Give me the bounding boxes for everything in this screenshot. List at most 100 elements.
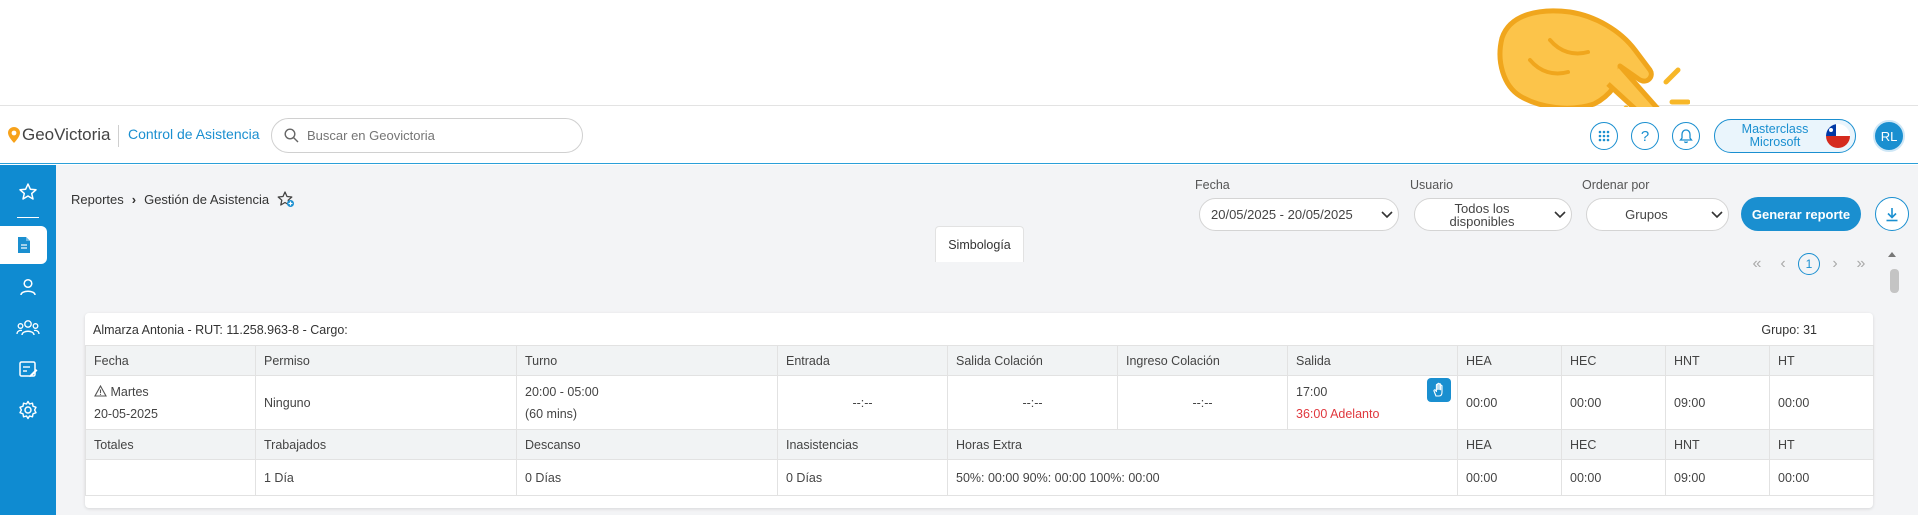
salida-colacion-cell[interactable]: --:-- [947, 375, 1118, 430]
hea-cell: 00:00 [1457, 375, 1562, 430]
user-select[interactable]: Todos los disponibles [1414, 198, 1572, 231]
attendance-table: Fecha Permiso Turno Entrada Salida Colac… [85, 345, 1874, 496]
search-icon [284, 128, 299, 143]
order-select[interactable]: Grupos [1586, 198, 1729, 231]
sidebar-divider [17, 217, 39, 218]
col-header: Permiso [255, 345, 517, 376]
table-row: Martes 20-05-2025 Ninguno 20:00 - 05:00 (… [85, 375, 1874, 430]
star-icon [19, 183, 37, 200]
simbologia-tab[interactable]: Simbología [935, 226, 1024, 262]
sidebar-item-planning[interactable] [0, 350, 56, 388]
help-icon[interactable]: ? [1631, 122, 1659, 150]
turno-break: (60 mins) [525, 406, 578, 421]
next-page-button[interactable]: › [1824, 253, 1846, 275]
grid-dots-icon [1598, 130, 1610, 142]
employee-info: Almarza Antonia - RUT: 11.258.963-8 - Ca… [93, 323, 348, 337]
day-name: Martes [110, 384, 149, 399]
company-selector[interactable]: Masterclass Microsoft [1714, 119, 1856, 153]
horas-extra-cell: 50%: 00:00 90%: 00:00 100%: 00:00 [947, 459, 1458, 496]
chile-flag-icon [1826, 124, 1850, 148]
totals-row: 1 Día 0 Días 0 Días 50%: 00:00 90%: 00:0… [85, 459, 1874, 496]
download-button[interactable] [1875, 197, 1909, 231]
date-range-value: 20/05/2025 - 20/05/2025 [1211, 207, 1353, 222]
permiso-cell[interactable]: Ninguno [255, 375, 517, 430]
col-header: HEC [1561, 345, 1666, 376]
sidebar-item-groups[interactable] [0, 309, 56, 347]
company-name-line2: Microsoft [1749, 135, 1801, 149]
col-header: Ingreso Colación [1117, 345, 1288, 376]
bell-icon [1679, 128, 1693, 143]
hec-cell: 00:00 [1561, 375, 1666, 430]
salida-cell[interactable]: 17:00 36:00 Adelanto [1287, 375, 1458, 430]
totals-col-header: Totales [85, 429, 256, 460]
totals-col-header: Descanso [516, 429, 778, 460]
last-page-button[interactable]: » [1850, 253, 1872, 275]
salida-time: 17:00 [1296, 384, 1328, 399]
inasistencias-cell: 0 Días [777, 459, 948, 496]
turno-cell[interactable]: 20:00 - 05:00 (60 mins) [516, 375, 778, 430]
user-select-value-line2: disponibles [1449, 213, 1515, 229]
gear-icon [19, 400, 37, 420]
date-cell[interactable]: Martes 20-05-2025 [85, 375, 256, 430]
module-name[interactable]: Control de Asistencia [128, 126, 260, 142]
manual-mark-hand-icon[interactable] [1427, 378, 1451, 402]
turno-hours: 20:00 - 05:00 [525, 384, 599, 399]
date-range-select[interactable]: 20/05/2025 - 20/05/2025 [1199, 198, 1399, 231]
sidebar-item-settings[interactable] [0, 391, 56, 429]
top-header: GeoVictoria Control de Asistencia ? Mast… [0, 107, 1918, 164]
left-sidebar [0, 165, 56, 515]
totals-ht-cell: 00:00 [1769, 459, 1874, 496]
chevron-down-icon [1706, 210, 1728, 219]
search-input[interactable] [307, 128, 567, 143]
totals-col-header: Inasistencias [777, 429, 948, 460]
sidebar-item-favorites[interactable] [0, 173, 56, 211]
breadcrumb-current: Gestión de Asistencia [144, 191, 270, 207]
ingreso-colacion-cell[interactable]: --:-- [1117, 375, 1288, 430]
hnt-cell: 09:00 [1665, 375, 1770, 430]
logo-text: GeoVictoria [22, 125, 111, 144]
totals-hnt-cell: 09:00 [1665, 459, 1770, 496]
col-header: HEA [1457, 345, 1562, 376]
notifications-bell-icon[interactable] [1672, 122, 1700, 150]
apps-icon[interactable] [1590, 122, 1618, 150]
totals-col-header: HEC [1561, 429, 1666, 460]
sidebar-item-user[interactable] [0, 268, 56, 306]
totals-col-header: Horas Extra [947, 429, 1458, 460]
scrollbar-thumb[interactable] [1890, 269, 1899, 293]
entrada-cell[interactable]: --:-- [777, 375, 948, 430]
breadcrumb: Reportes › Gestión de Asistencia [71, 190, 295, 208]
main-content: Reportes › Gestión de Asistencia Fecha 2… [56, 165, 1918, 515]
first-page-button[interactable]: « [1746, 253, 1768, 275]
fecha-label: Fecha [1195, 178, 1230, 192]
date-value: 20-05-2025 [94, 406, 158, 421]
usuario-label: Usuario [1410, 178, 1454, 192]
search-box[interactable] [271, 118, 583, 153]
col-header: Salida [1287, 345, 1458, 376]
user-avatar[interactable]: RL [1873, 120, 1905, 152]
totals-hea-cell: 00:00 [1457, 459, 1562, 496]
edit-calendar-icon [19, 361, 38, 377]
col-header: HNT [1665, 345, 1770, 376]
prev-page-button[interactable]: ‹ [1772, 253, 1794, 275]
generate-report-button[interactable]: Generar reporte [1741, 197, 1861, 231]
totals-header-row: Totales Trabajados Descanso Inasistencia… [85, 429, 1874, 460]
browser-blank-area [0, 0, 1918, 106]
warning-icon [94, 384, 107, 397]
col-header: Fecha [85, 345, 256, 376]
employee-header: Almarza Antonia - RUT: 11.258.963-8 - Ca… [85, 313, 1873, 345]
breadcrumb-root[interactable]: Reportes [71, 192, 124, 207]
sidebar-item-reports[interactable] [0, 226, 47, 264]
col-header: Salida Colación [947, 345, 1118, 376]
order-select-value: Grupos [1625, 207, 1668, 222]
pagination: « ‹ 1 › » [1746, 253, 1872, 275]
chevron-down-icon [1549, 210, 1571, 219]
geovictoria-logo[interactable]: GeoVictoria [8, 125, 111, 145]
current-page[interactable]: 1 [1798, 253, 1820, 275]
totals-col-header: HEA [1457, 429, 1562, 460]
totals-col-header: HNT [1665, 429, 1770, 460]
totals-col-header: Trabajados [255, 429, 517, 460]
totals-col-header: HT [1769, 429, 1874, 460]
col-header: HT [1769, 345, 1874, 376]
add-favorite-star-icon[interactable] [277, 190, 295, 208]
breadcrumb-separator-icon: › [131, 191, 137, 207]
